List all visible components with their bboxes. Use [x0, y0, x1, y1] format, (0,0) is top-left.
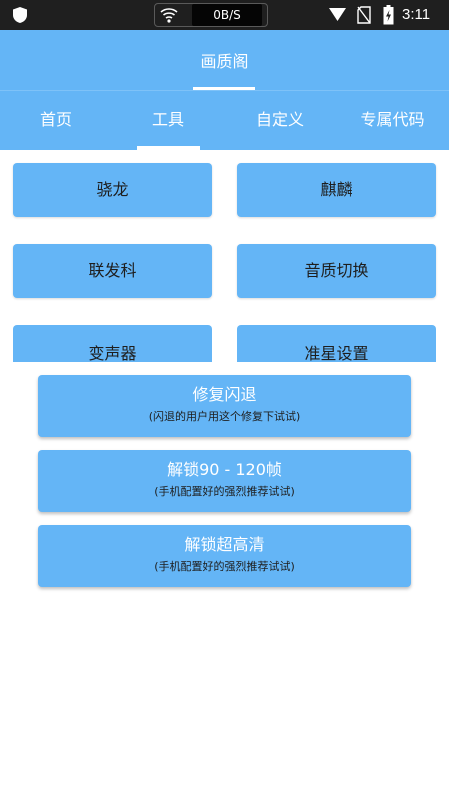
unlock-fps-hint: (手机配置好的强烈推荐试试) [154, 485, 295, 498]
shield-icon [12, 6, 28, 24]
unlock-uhd-hint: (手机配置好的强烈推荐试试) [154, 560, 295, 573]
app-header: 画质阁 [0, 30, 449, 90]
unlock-fps-label: 解锁90 - 120帧 [167, 460, 282, 479]
voice-changer-button[interactable]: 变声器 [13, 325, 212, 362]
tab-custom[interactable]: 自定义 [224, 91, 336, 151]
wifi-icon [160, 7, 178, 23]
unlock-uhd-label: 解锁超高清 [184, 535, 265, 554]
page-title: 画质阁 [200, 52, 249, 71]
tab-tools[interactable]: 工具 [112, 91, 224, 151]
unlock-fps-button[interactable]: 解锁90 - 120帧 (手机配置好的强烈推荐试试) [38, 450, 411, 512]
battery-charging-icon [383, 5, 394, 25]
tab-bar: 首页 工具 自定义 专属代码 [0, 90, 449, 150]
clock: 3:11 [402, 6, 431, 23]
tools-content: 骁龙 麒麟 联发科 音质切换 变声器 准星设置 修复闪退 (闪退的用户用这个修复… [0, 150, 449, 800]
unlock-uhd-button[interactable]: 解锁超高清 (手机配置好的强烈推荐试试) [38, 525, 411, 587]
crosshair-settings-button[interactable]: 准星设置 [237, 325, 436, 362]
network-speed: 0B/S [192, 4, 262, 26]
no-sim-icon [357, 6, 371, 24]
sound-switch-button[interactable]: 音质切换 [237, 244, 436, 298]
mediatek-button[interactable]: 联发科 [13, 244, 212, 298]
signal-icon [329, 7, 346, 22]
kirin-button[interactable]: 麒麟 [237, 163, 436, 217]
snapdragon-button[interactable]: 骁龙 [13, 163, 212, 217]
status-bar: 0B/S 3:11 [0, 0, 449, 30]
fix-crash-hint: (闪退的用户用这个修复下试试) [148, 410, 301, 423]
tab-exclusive-code[interactable]: 专属代码 [336, 91, 449, 151]
fix-crash-button[interactable]: 修复闪退 (闪退的用户用这个修复下试试) [38, 375, 411, 437]
fix-crash-label: 修复闪退 [192, 385, 257, 404]
tab-home[interactable]: 首页 [0, 91, 112, 151]
